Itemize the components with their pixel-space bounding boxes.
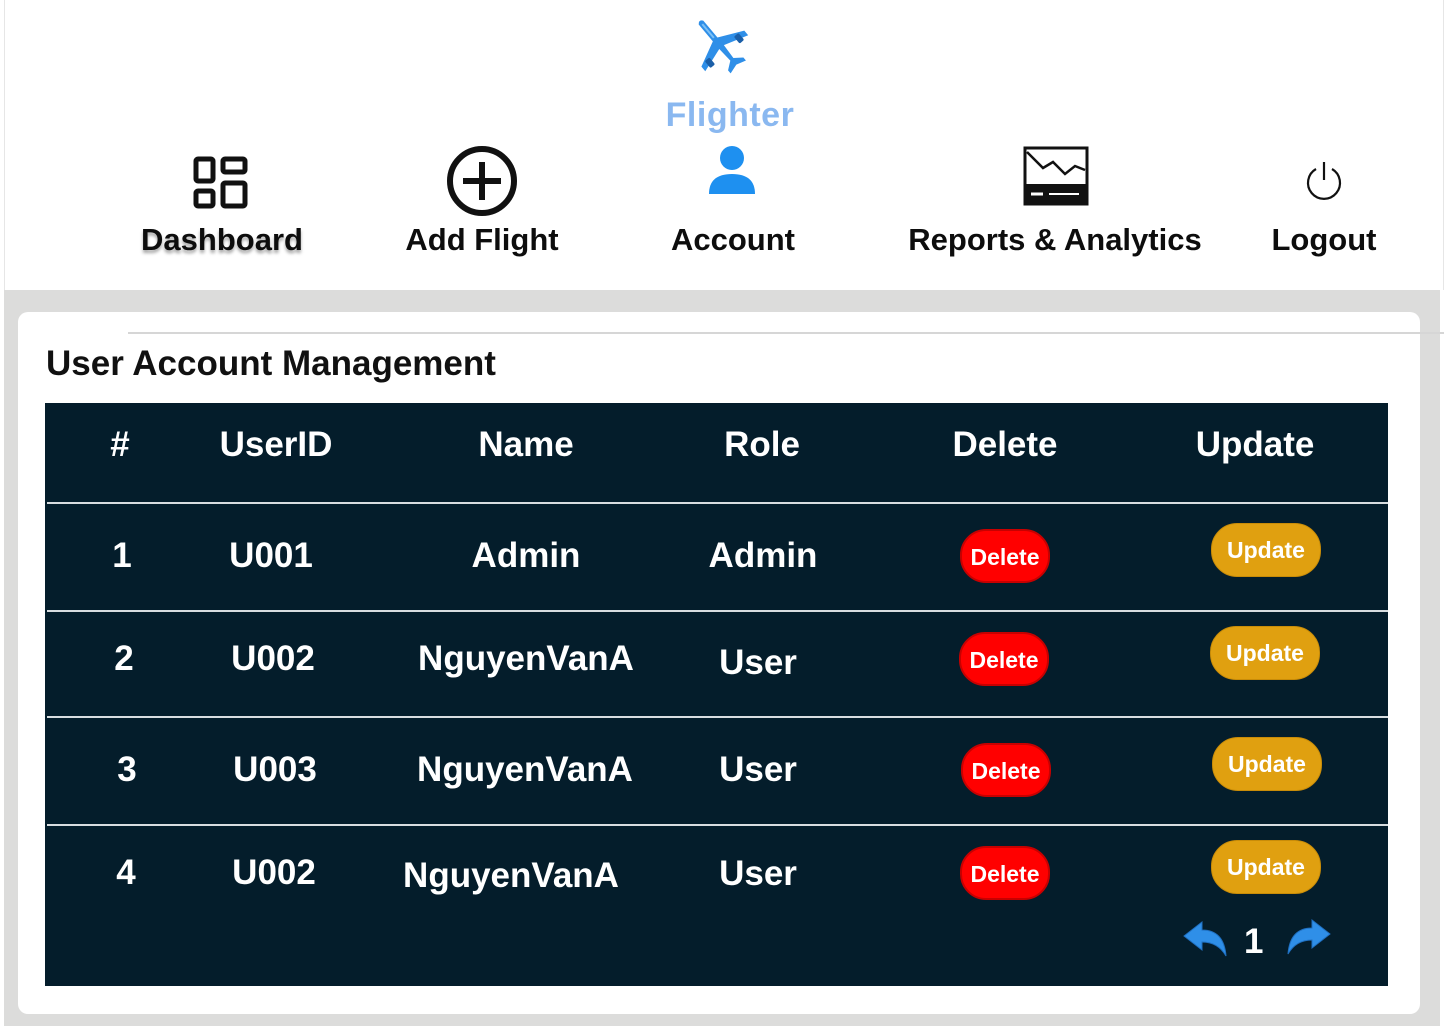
update-button[interactable]: Update [1211,840,1321,894]
brand-name: Flighter [665,96,795,134]
panel-divider [128,332,1444,334]
cell-number: 2 [114,639,134,678]
cell-name: NguyenVanA [417,750,633,789]
nav-add-flight-label: Add Flight [405,222,559,257]
delete-button[interactable]: Delete [959,632,1049,686]
delete-button[interactable]: Delete [960,529,1050,583]
update-button[interactable]: Update [1210,626,1320,680]
column-header-name: Name [478,425,574,464]
cell-userid: U002 [232,853,316,892]
row-divider [47,610,1388,612]
cell-role: User [719,750,797,789]
cell-userid: U001 [229,536,313,575]
chart-icon [1023,146,1089,206]
row-divider [47,502,1388,504]
grid-icon [193,156,248,209]
update-button[interactable]: Update [1212,737,1322,791]
nav-dashboard[interactable]: Dashboard [117,150,327,265]
cell-role: Admin [708,536,818,575]
cell-number: 1 [112,536,132,575]
column-header-delete: Delete [952,425,1058,464]
column-header-userid: UserID [219,425,333,464]
cell-number: 3 [117,750,137,789]
column-header-number: # [110,425,130,464]
nav-logout[interactable]: Logout [1255,150,1393,265]
cell-name: NguyenVanA [403,856,619,895]
power-icon [1306,162,1342,200]
nav-reports-label: Reports & Analytics [908,222,1202,257]
plus-circle-icon [447,146,517,216]
nav-dashboard-label: Dashboard [141,222,303,257]
airplane-icon [698,20,749,74]
delete-button[interactable]: Delete [960,846,1050,900]
nav-account-label: Account [671,222,795,257]
cell-name: Admin [471,536,581,575]
cell-role: User [719,643,797,682]
delete-button[interactable]: Delete [961,743,1051,797]
nav-add-flight[interactable]: Add Flight [387,140,577,265]
cell-name: NguyenVanA [418,639,634,678]
update-button[interactable]: Update [1211,523,1321,577]
cell-userid: U003 [233,750,317,789]
cell-userid: U002 [231,639,315,678]
row-divider [47,824,1388,826]
cell-number: 4 [116,853,136,892]
nav-logout-label: Logout [1271,222,1377,257]
arrow-back-icon[interactable] [1182,920,1228,960]
arrow-forward-icon[interactable] [1286,918,1332,958]
top-navigation-bar: Flighter Dashboard Add Flight Account Re… [4,0,1444,290]
cell-role: User [719,854,797,893]
column-header-update: Update [1195,425,1315,464]
row-divider [47,716,1388,718]
user-accounts-table: # UserID Name Role Delete Update 1 U001 … [45,403,1388,986]
nav-reports-analytics[interactable]: Reports & Analytics [885,140,1225,265]
nav-account[interactable]: Account [635,140,831,265]
page-title: User Account Management [46,344,496,383]
user-icon [709,146,755,194]
column-header-role: Role [724,425,800,464]
current-page-number: 1 [1244,922,1264,961]
